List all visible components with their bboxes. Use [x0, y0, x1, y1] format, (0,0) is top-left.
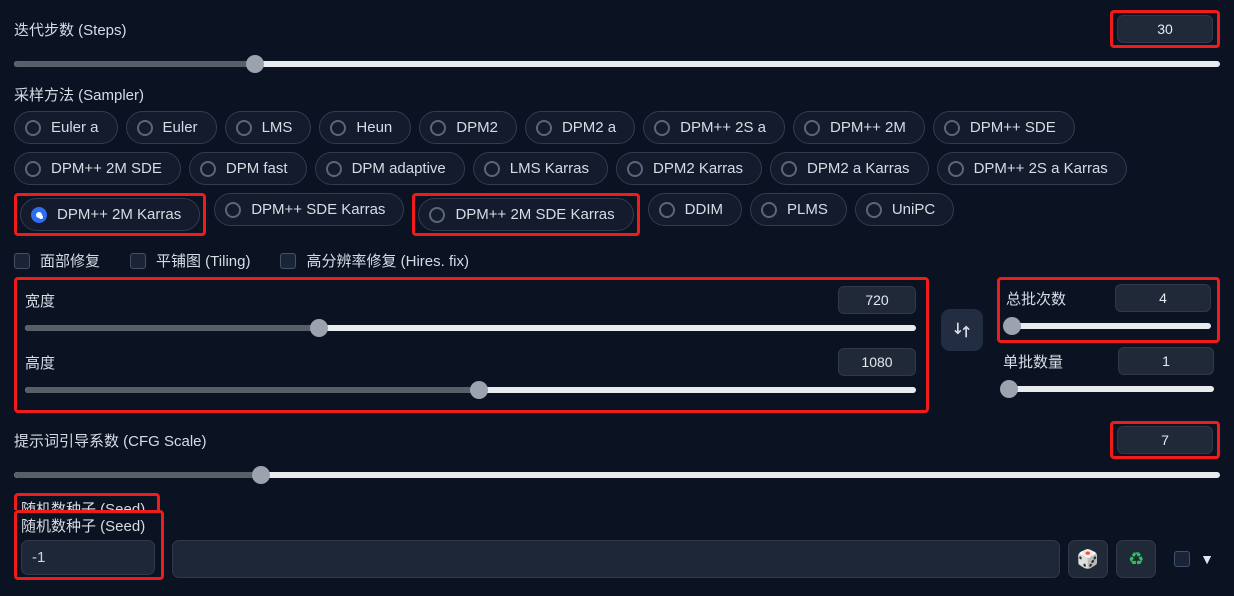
sampler-option-dpmpp2msde[interactable]: DPM++ 2M SDE [14, 152, 181, 185]
batch-size-value[interactable]: 1 [1118, 347, 1214, 375]
width-slider[interactable] [25, 318, 916, 338]
sampler-option-dpmadaptive[interactable]: DPM adaptive [315, 152, 465, 185]
chevron-down-icon2: ▼ [1200, 551, 1214, 567]
sampler-option-unipc[interactable]: UniPC [855, 193, 954, 226]
sampler-option-dpmfast[interactable]: DPM fast [189, 152, 307, 185]
seed-extra-toggle2[interactable]: ▼ [1164, 540, 1220, 578]
face-restore-checkbox[interactable]: 面部修复 [14, 250, 100, 271]
cfg-label: 提示词引导系数 (CFG Scale) [14, 430, 207, 451]
batch-count-block: 总批次数 4 [997, 277, 1220, 343]
sampler-option-plms[interactable]: PLMS [750, 193, 847, 226]
sampler-option-dpm2akarras[interactable]: DPM2 a Karras [770, 152, 929, 185]
batch-count-slider[interactable] [1006, 316, 1211, 336]
dimensions-block: 宽度 720 高度 1080 [14, 277, 929, 413]
sampler-option-ddim[interactable]: DDIM [648, 193, 742, 226]
sampler-option-euler-a[interactable]: Euler a [14, 111, 118, 144]
sampler-option-dpm2[interactable]: DPM2 [419, 111, 517, 144]
height-label: 高度 [25, 352, 105, 373]
steps-value[interactable]: 30 [1117, 15, 1213, 43]
steps-label: 迭代步数 (Steps) [14, 19, 127, 40]
batch-count-label: 总批次数 [1006, 288, 1066, 309]
height-slider[interactable] [25, 380, 916, 400]
seed-input2a[interactable]: -1 [21, 540, 155, 575]
seed-reuse-button2[interactable]: ♻ [1116, 540, 1156, 578]
sampler-option-dpmpp2sa[interactable]: DPM++ 2S a [643, 111, 785, 144]
height-value[interactable]: 1080 [838, 348, 916, 376]
sampler-group: Euler a Euler LMS Heun DPM2 DPM2 a DPM++… [14, 111, 1220, 236]
sampler-option-heun[interactable]: Heun [319, 111, 411, 144]
sampler-option-lmskarras[interactable]: LMS Karras [473, 152, 608, 185]
seed-input2b[interactable] [172, 540, 1060, 578]
sampler-option-dpmpp2mkarras[interactable]: DPM++ 2M Karras [20, 198, 200, 231]
sampler-option-dpmppsdekarras[interactable]: DPM++ SDE Karras [214, 193, 404, 226]
width-label: 宽度 [25, 290, 105, 311]
sampler-label: 采样方法 (Sampler) [14, 84, 1220, 105]
swap-dimensions-button[interactable] [941, 309, 983, 351]
dice-icon2: 🎲 [1077, 549, 1099, 570]
sampler-option-dpmpp2m[interactable]: DPM++ 2M [793, 111, 925, 144]
hires-fix-checkbox[interactable]: 高分辨率修复 (Hires. fix) [280, 250, 469, 271]
batch-size-label: 单批数量 [1003, 351, 1063, 372]
recycle-icon2: ♻ [1128, 549, 1144, 570]
cfg-slider[interactable] [14, 465, 1220, 485]
batch-count-value[interactable]: 4 [1115, 284, 1211, 312]
cfg-value[interactable]: 7 [1117, 426, 1213, 454]
swap-icon [952, 320, 972, 340]
seed-random-button2[interactable]: 🎲 [1068, 540, 1108, 578]
sampler-option-dpmpp2sakarras[interactable]: DPM++ 2S a Karras [937, 152, 1127, 185]
seed-label2: 随机数种子 (Seed) [21, 515, 155, 536]
sampler-option-dpmppsde[interactable]: DPM++ SDE [933, 111, 1075, 144]
width-value[interactable]: 720 [838, 286, 916, 314]
sampler-option-dpmpp2msdekarras[interactable]: DPM++ 2M SDE Karras [418, 198, 633, 231]
tiling-checkbox[interactable]: 平铺图 (Tiling) [130, 250, 250, 271]
sampler-option-dpm2karras[interactable]: DPM2 Karras [616, 152, 762, 185]
sampler-option-dpm2a[interactable]: DPM2 a [525, 111, 635, 144]
steps-slider[interactable] [14, 54, 1220, 74]
batch-size-slider[interactable] [1003, 379, 1214, 399]
sampler-option-lms[interactable]: LMS [225, 111, 312, 144]
sampler-option-euler[interactable]: Euler [126, 111, 217, 144]
